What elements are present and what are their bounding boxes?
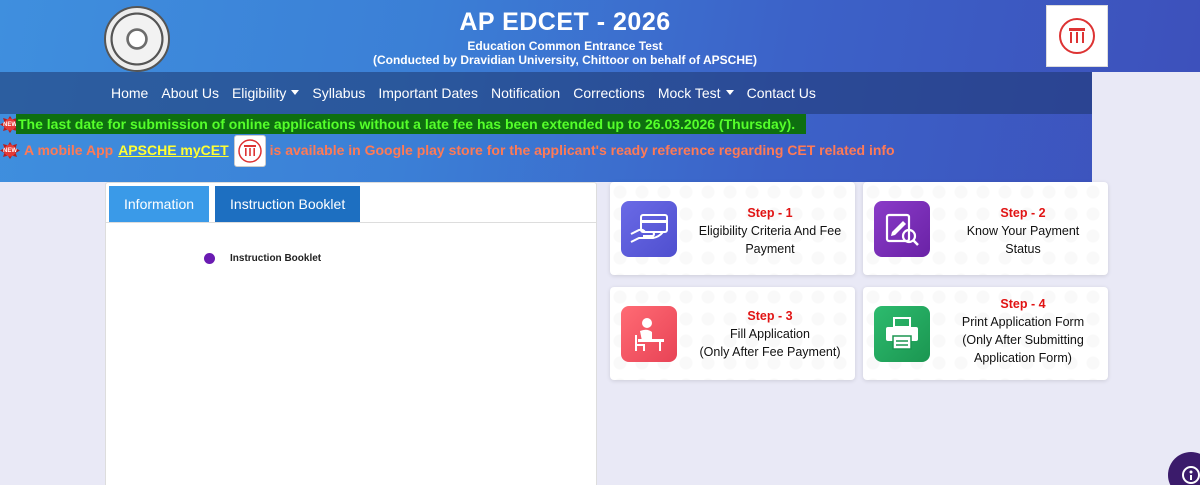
step-1-title: Eligibility Criteria And Fee [698,224,842,238]
info-tabs: Information Instruction Booklet [109,186,366,222]
step-2-title: Know Your Payment [966,224,1080,238]
step-3-subtitle: (Only After Fee Payment) [699,345,841,359]
printer-icon [874,306,930,362]
step-3-title: Fill Application [730,327,810,341]
nav-corrections[interactable]: Corrections [573,85,645,101]
apsche-logo [1046,5,1108,67]
nav-mock-test[interactable]: Mock Test [658,85,734,101]
step-2-label: Step - 2 [1000,206,1046,220]
nav-about-us[interactable]: About Us [161,85,219,101]
nav-important-dates[interactable]: Important Dates [378,85,478,101]
step-4-label: Step - 4 [1000,297,1046,311]
tab-divider [106,222,596,223]
chat-icon [1182,466,1200,484]
nav-eligibility[interactable]: Eligibility [232,85,300,101]
step-4-title: Print Application Form [961,315,1085,329]
page-conducted-by: (Conducted by Dravidian University, Chit… [372,53,758,67]
apsche-app-logo [233,135,266,167]
document-search-icon [874,201,930,257]
nav-notification[interactable]: Notification [491,85,560,101]
step-1-card[interactable]: Step - 1 Eligibility Criteria And Fee Pa… [610,182,855,275]
instruction-booklet-link[interactable]: Instruction Booklet [204,253,321,264]
chevron-down-icon [725,90,734,95]
nav-home[interactable]: Home [111,85,148,101]
step-4-card[interactable]: Step - 4 Print Application Form (Only Af… [863,287,1108,380]
dravidian-university-logo [104,6,170,72]
step-1-label: Step - 1 [747,206,793,220]
chat-widget-button[interactable] [1168,452,1200,485]
student-desk-icon [621,306,677,362]
bullet-icon [204,253,215,264]
main-nav: Home About Us Eligibility Syllabus Impor… [0,72,1092,114]
chevron-down-icon [291,90,300,95]
info-panel: Information Instruction Booklet Instruct… [105,182,597,485]
step-3-label: Step - 3 [747,309,793,323]
nav-syllabus[interactable]: Syllabus [312,85,365,101]
header-background-gap [1092,72,1200,182]
step-2-card[interactable]: Step - 2 Know Your Payment Status [863,182,1108,275]
announcement-last-date: The last date for submission of online a… [16,114,806,134]
step-4-subtitle-2: Application Form) [974,351,1072,365]
step-2-subtitle: Status [1005,242,1041,256]
card-payment-icon [621,201,677,257]
page-subtitle: Education Common Entrance Test [467,39,663,53]
announcement-mobile-app: A mobile App APSCHE myCET is available i… [24,135,895,167]
nav-contact-us[interactable]: Contact Us [747,85,816,101]
apsche-mycet-link[interactable]: APSCHE myCET [118,141,228,159]
tab-instruction-booklet[interactable]: Instruction Booklet [215,186,361,222]
tab-information[interactable]: Information [109,186,210,222]
step-3-card[interactable]: Step - 3 Fill Application (Only After Fe… [610,287,855,380]
page-title: AP EDCET - 2026 [459,8,671,36]
step-4-subtitle: (Only After Submitting [962,333,1084,347]
step-1-subtitle: Payment [745,242,795,256]
